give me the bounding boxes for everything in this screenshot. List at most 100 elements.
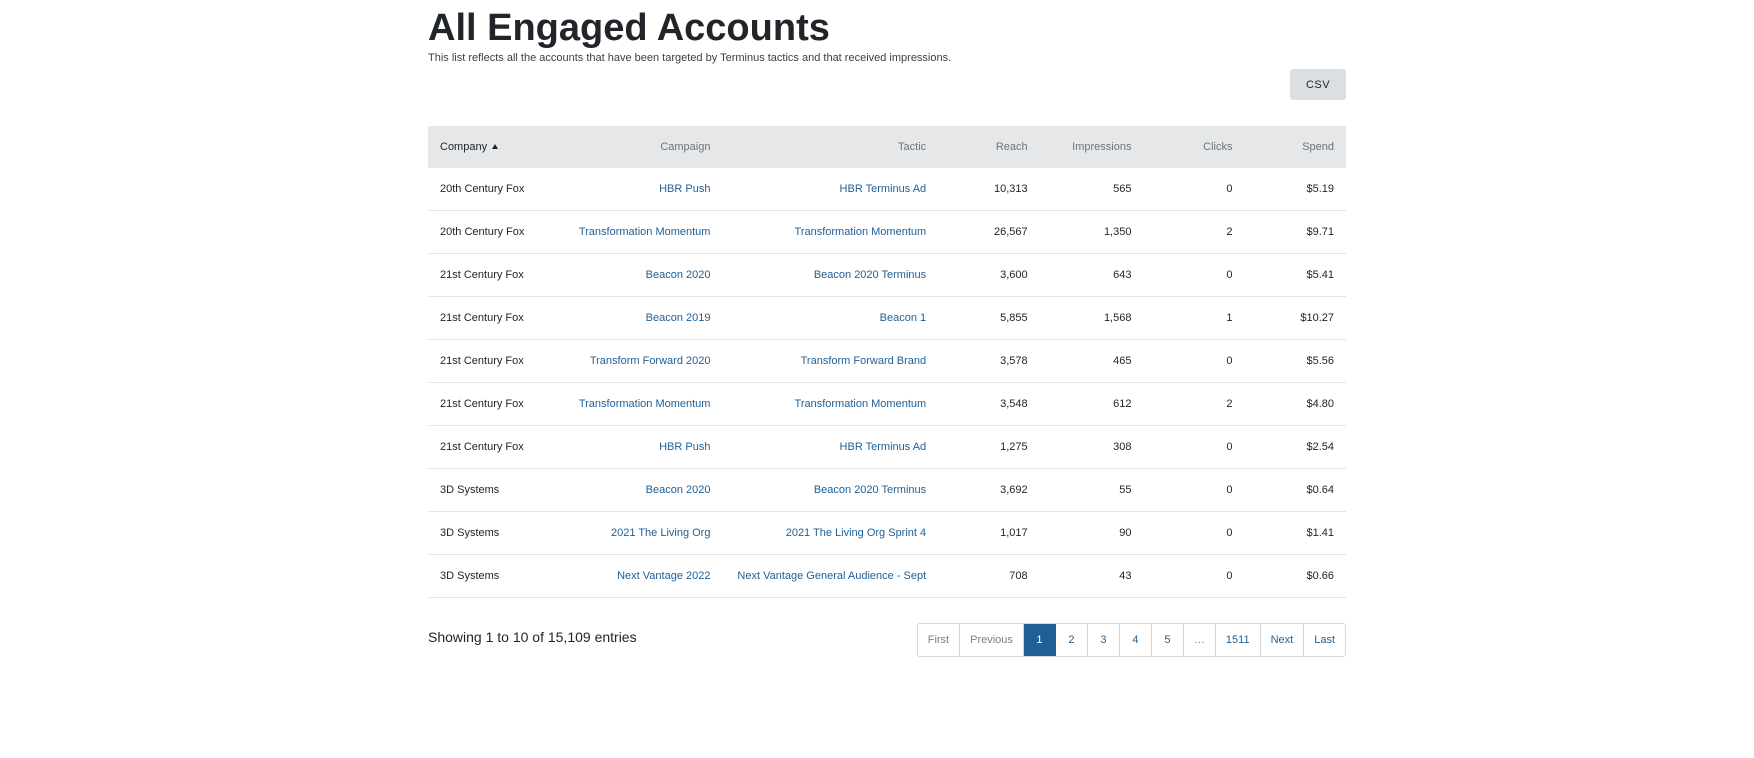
clicks-cell: 2 bbox=[1143, 210, 1245, 254]
campaign-cell: Beacon 2019 bbox=[566, 296, 723, 340]
pagination-previous[interactable]: Previous bbox=[960, 624, 1024, 656]
campaign-link[interactable]: Next Vantage 2022 bbox=[617, 570, 710, 582]
column-header-company[interactable]: Company bbox=[428, 126, 567, 168]
tactic-cell: Beacon 2020 Terminus bbox=[722, 253, 939, 297]
campaign-link[interactable]: Beacon 2020 bbox=[646, 484, 711, 496]
table-row: 3D Systems Next Vantage 2022 Next Vantag… bbox=[428, 554, 1346, 598]
campaign-link[interactable]: 2021 The Living Org bbox=[611, 527, 710, 539]
pagination-ellipsis: … bbox=[1183, 624, 1216, 656]
csv-export-button[interactable]: CSV bbox=[1290, 69, 1346, 100]
table-row: 3D Systems Beacon 2020 Beacon 2020 Termi… bbox=[428, 468, 1346, 512]
campaign-link[interactable]: Beacon 2019 bbox=[646, 312, 711, 324]
tactic-link[interactable]: Next Vantage General Audience - Sept bbox=[737, 570, 926, 582]
impressions-cell: 1,350 bbox=[1039, 210, 1144, 254]
table-row: 3D Systems 2021 The Living Org 2021 The … bbox=[428, 511, 1346, 555]
campaign-cell: Transformation Momentum bbox=[566, 210, 723, 254]
pagination-page-1[interactable]: 1 bbox=[1023, 624, 1056, 656]
entries-info: Showing 1 to 10 of 15,109 entries bbox=[428, 629, 637, 645]
pagination-next[interactable]: Next bbox=[1260, 624, 1305, 656]
table-row: 20th Century Fox Transformation Momentum… bbox=[428, 210, 1346, 254]
impressions-cell: 43 bbox=[1039, 554, 1144, 598]
pagination-last[interactable]: Last bbox=[1304, 624, 1345, 656]
page-description: This list reflects all the accounts that… bbox=[428, 52, 952, 64]
impressions-cell: 90 bbox=[1039, 511, 1144, 555]
company-cell: 3D Systems bbox=[428, 468, 567, 512]
tactic-cell: HBR Terminus Ad bbox=[722, 425, 939, 469]
company-cell: 21st Century Fox bbox=[428, 253, 567, 297]
company-cell: 3D Systems bbox=[428, 554, 567, 598]
impressions-cell: 643 bbox=[1039, 253, 1144, 297]
tactic-cell: Transformation Momentum bbox=[722, 210, 939, 254]
campaign-link[interactable]: Transform Forward 2020 bbox=[590, 355, 711, 367]
reach-cell: 3,578 bbox=[938, 339, 1040, 383]
campaign-link[interactable]: HBR Push bbox=[659, 441, 710, 453]
campaign-link[interactable]: Transformation Momentum bbox=[579, 226, 711, 238]
campaign-link[interactable]: Beacon 2020 bbox=[646, 269, 711, 281]
clicks-cell: 0 bbox=[1143, 253, 1245, 297]
campaign-link[interactable]: Transformation Momentum bbox=[579, 398, 711, 410]
table-header: Company Campaign Tactic Reach Impression… bbox=[428, 126, 1346, 168]
campaign-cell: HBR Push bbox=[566, 425, 723, 469]
spend-cell: $1.41 bbox=[1244, 511, 1346, 555]
column-header-reach[interactable]: Reach bbox=[938, 126, 1040, 168]
company-cell: 21st Century Fox bbox=[428, 339, 567, 383]
campaign-cell: 2021 The Living Org bbox=[566, 511, 723, 555]
impressions-cell: 1,568 bbox=[1039, 296, 1144, 340]
pagination-page-last-number[interactable]: 1511 bbox=[1215, 624, 1261, 656]
spend-cell: $5.41 bbox=[1244, 253, 1346, 297]
table-body: 20th Century Fox HBR Push HBR Terminus A… bbox=[428, 168, 1346, 598]
sort-ascending-icon bbox=[492, 144, 499, 149]
company-cell: 21st Century Fox bbox=[428, 425, 567, 469]
campaign-link[interactable]: HBR Push bbox=[659, 183, 710, 195]
impressions-cell: 308 bbox=[1039, 425, 1144, 469]
pagination-page-2[interactable]: 2 bbox=[1055, 624, 1088, 656]
pagination-page-5[interactable]: 5 bbox=[1151, 624, 1184, 656]
reach-cell: 26,567 bbox=[938, 210, 1040, 254]
table-row: 20th Century Fox HBR Push HBR Terminus A… bbox=[428, 168, 1346, 211]
impressions-cell: 55 bbox=[1039, 468, 1144, 512]
tactic-link[interactable]: HBR Terminus Ad bbox=[840, 183, 927, 195]
clicks-cell: 0 bbox=[1143, 425, 1245, 469]
spend-cell: $5.19 bbox=[1244, 168, 1346, 211]
column-header-label: Company bbox=[440, 141, 488, 153]
tactic-link[interactable]: Beacon 2020 Terminus bbox=[814, 269, 926, 281]
reach-cell: 10,313 bbox=[938, 168, 1040, 211]
tactic-link[interactable]: 2021 The Living Org Sprint 4 bbox=[786, 527, 926, 539]
reach-cell: 1,275 bbox=[938, 425, 1040, 469]
tactic-link[interactable]: Beacon 2020 Terminus bbox=[814, 484, 926, 496]
tactic-link[interactable]: Beacon 1 bbox=[880, 312, 926, 324]
column-header-impressions[interactable]: Impressions bbox=[1039, 126, 1144, 168]
campaign-cell: Next Vantage 2022 bbox=[566, 554, 723, 598]
reach-cell: 3,548 bbox=[938, 382, 1040, 426]
column-header-spend[interactable]: Spend bbox=[1244, 126, 1346, 168]
campaign-cell: Beacon 2020 bbox=[566, 468, 723, 512]
clicks-cell: 0 bbox=[1143, 468, 1245, 512]
column-header-clicks[interactable]: Clicks bbox=[1143, 126, 1245, 168]
company-cell: 21st Century Fox bbox=[428, 382, 567, 426]
spend-cell: $2.54 bbox=[1244, 425, 1346, 469]
company-cell: 20th Century Fox bbox=[428, 210, 567, 254]
tactic-cell: Transformation Momentum bbox=[722, 382, 939, 426]
pagination-first[interactable]: First bbox=[917, 624, 961, 656]
campaign-cell: Transform Forward 2020 bbox=[566, 339, 723, 383]
clicks-cell: 2 bbox=[1143, 382, 1245, 426]
tactic-cell: Next Vantage General Audience - Sept bbox=[722, 554, 939, 598]
pagination-page-4[interactable]: 4 bbox=[1119, 624, 1152, 656]
tactic-link[interactable]: Transform Forward Brand bbox=[801, 355, 927, 367]
impressions-cell: 565 bbox=[1039, 168, 1144, 211]
pagination-page-3[interactable]: 3 bbox=[1087, 624, 1120, 656]
spend-cell: $0.64 bbox=[1244, 468, 1346, 512]
tactic-link[interactable]: Transformation Momentum bbox=[795, 398, 927, 410]
tactic-cell: HBR Terminus Ad bbox=[722, 168, 939, 211]
table-row: 21st Century Fox Transformation Momentum… bbox=[428, 382, 1346, 426]
column-header-campaign[interactable]: Campaign bbox=[566, 126, 723, 168]
tactic-link[interactable]: Transformation Momentum bbox=[795, 226, 927, 238]
column-header-tactic[interactable]: Tactic bbox=[722, 126, 939, 168]
reach-cell: 5,855 bbox=[938, 296, 1040, 340]
spend-cell: $5.56 bbox=[1244, 339, 1346, 383]
clicks-cell: 0 bbox=[1143, 511, 1245, 555]
impressions-cell: 465 bbox=[1039, 339, 1144, 383]
campaign-cell: Beacon 2020 bbox=[566, 253, 723, 297]
table-row: 21st Century Fox Beacon 2020 Beacon 2020… bbox=[428, 253, 1346, 297]
tactic-link[interactable]: HBR Terminus Ad bbox=[840, 441, 927, 453]
